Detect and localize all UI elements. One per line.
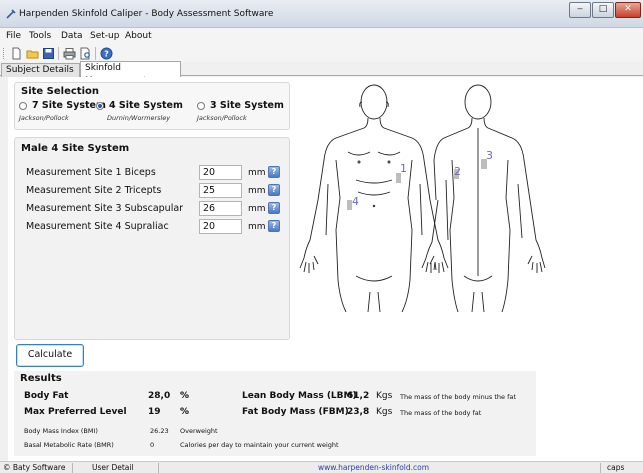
option-3-site-label[interactable]: 3 Site System: [210, 100, 284, 111]
tab-subject-details[interactable]: Subject Details: [1, 63, 80, 77]
close-button[interactable]: ✕: [615, 2, 641, 18]
toolbar: ?: [0, 45, 643, 62]
body-diagram: 1 2 3 4: [299, 84, 546, 312]
menu-data[interactable]: Data: [61, 31, 83, 41]
window-title: Harpenden Skinfold Caliper - Body Assess…: [19, 9, 274, 19]
bmr-note: Calories per day to maintain your curren…: [180, 441, 339, 449]
site-1-number: 1: [400, 162, 407, 175]
bmi-label: Body Mass Index (BMI): [24, 427, 98, 435]
results-panel: Results Body Fat 28,0 % Max Preferred Le…: [14, 371, 536, 456]
new-file-icon[interactable]: [10, 47, 23, 60]
site-2-input[interactable]: 25: [199, 183, 242, 198]
body-fat-unit: %: [180, 391, 190, 401]
site-4-help-icon[interactable]: ?: [268, 220, 280, 232]
body-fat-label: Body Fat: [24, 391, 69, 401]
bmi-note: Overweight: [180, 427, 218, 435]
status-separator: [158, 463, 159, 473]
site-1-label: Measurement Site 1 Biceps: [26, 167, 156, 178]
site-2-label: Measurement Site 2 Tricepts: [26, 185, 162, 196]
menu-bar: File Tools Data Set-up About: [0, 28, 643, 45]
site-3-label: Measurement Site 3 Subscapular: [26, 203, 184, 214]
status-company: © Baty Software: [3, 463, 66, 472]
status-keys: caps num: [607, 463, 625, 472]
fbm-label: Fat Body Mass (FBM): [242, 407, 349, 417]
caliper-icon: [6, 9, 16, 19]
site-4-number: 4: [352, 195, 359, 208]
site-1-unit: mm: [248, 168, 266, 178]
site-4-label: Measurement Site 4 Supraliac: [26, 221, 169, 232]
site-1-input[interactable]: 20: [199, 165, 242, 180]
status-user-detail: User Detail: [92, 463, 134, 472]
minimize-button[interactable]: ‒: [569, 2, 591, 18]
body-fat-value: 28,0: [148, 391, 171, 401]
site-2-help-icon[interactable]: ?: [268, 184, 280, 196]
max-preferred-label: Max Preferred Level: [24, 407, 127, 417]
menu-about[interactable]: About: [125, 31, 152, 41]
fbm-note: The mass of the body fat: [400, 409, 482, 417]
lbm-unit: Kgs: [376, 391, 393, 401]
menu-setup[interactable]: Set-up: [90, 31, 119, 41]
status-separator: [72, 463, 73, 473]
bmi-value: 26.23: [150, 427, 169, 435]
option-4-site-label[interactable]: 4 Site System: [109, 100, 183, 111]
site-3-help-icon[interactable]: ?: [268, 202, 280, 214]
toolbar-grip[interactable]: [3, 48, 5, 59]
radio-3-site[interactable]: [197, 102, 205, 110]
bmr-value: 0: [150, 441, 155, 449]
bmr-label: Basal Metabolic Rate (BMR): [24, 441, 114, 449]
lbm-note: The mass of the body minus the fat: [400, 393, 516, 401]
results-title: Results: [20, 373, 62, 384]
option-7-site-method: Jackson/Pollock: [19, 114, 69, 122]
radio-7-site[interactable]: [19, 102, 27, 110]
toolbar-separator: [95, 47, 96, 60]
fbm-value: 23,8: [347, 407, 370, 417]
site-selection-panel: Site Selection 7 Site System Jackson/Pol…: [14, 82, 290, 130]
status-separator: [600, 463, 601, 473]
fbm-unit: Kgs: [376, 407, 393, 417]
site-3-unit: mm: [248, 204, 266, 214]
status-website-link[interactable]: www.harpenden-skinfold.com: [318, 462, 429, 473]
max-preferred-value: 19: [148, 407, 161, 417]
option-7-site-label[interactable]: 7 Site System: [32, 100, 106, 111]
lbm-value: 61,2: [347, 391, 370, 401]
print-preview-icon[interactable]: [79, 47, 92, 60]
menu-tools[interactable]: Tools: [29, 31, 51, 41]
site-selection-title: Site Selection: [21, 86, 99, 97]
site-3-input[interactable]: 26: [199, 201, 242, 216]
site-4-input[interactable]: 20: [199, 219, 242, 234]
site-4-unit: mm: [248, 222, 266, 232]
radio-4-site[interactable]: [96, 102, 104, 110]
calculate-button[interactable]: Calculate: [16, 344, 84, 367]
site-3-number: 3: [486, 149, 493, 162]
help-icon[interactable]: ?: [100, 47, 113, 60]
tab-skinfold-measurements[interactable]: Skinfold Measurements: [80, 61, 181, 86]
max-preferred-unit: %: [180, 407, 190, 417]
save-icon[interactable]: [42, 47, 55, 60]
option-4-site-method: Durnin/Wormersley: [107, 114, 171, 122]
option-3-site-method: Jackson/Pollock: [197, 114, 247, 122]
toolbar-separator: [58, 47, 59, 60]
svg-text:?: ?: [104, 50, 109, 59]
measurement-panel-title: Male 4 Site System: [21, 143, 130, 154]
site-1-help-icon[interactable]: ?: [268, 166, 280, 178]
open-folder-icon[interactable]: [26, 47, 39, 60]
print-icon[interactable]: [63, 47, 76, 60]
site-2-unit: mm: [248, 186, 266, 196]
site-2-number: 2: [454, 165, 461, 178]
menu-file[interactable]: File: [6, 31, 21, 41]
lbm-label: Lean Body Mass (LBM): [242, 391, 357, 401]
maximize-button[interactable]: □: [592, 2, 614, 18]
title-bar: Harpenden Skinfold Caliper - Body Assess…: [0, 0, 643, 28]
status-bar: © Baty Software User Detail www.harpende…: [0, 461, 643, 473]
tab-strip: Subject Details Skinfold Measurements: [0, 61, 643, 86]
